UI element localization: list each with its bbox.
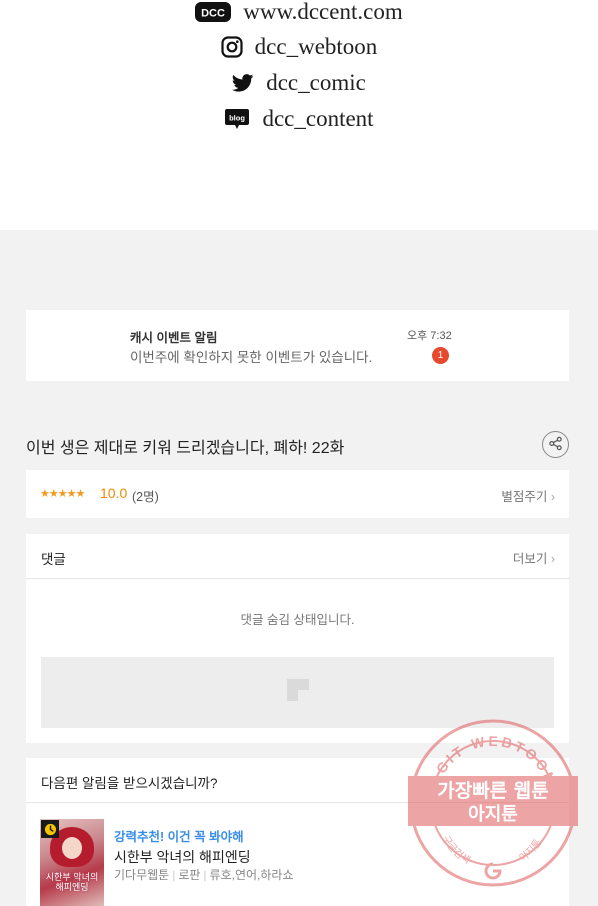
dcc-logo-icon: DCC [195,2,232,22]
rate-button[interactable]: 별점주기 › [501,486,555,505]
ad-placeholder [41,657,554,728]
next-episode-label: 다음편 알림을 받으시겠습니까? [41,776,218,791]
recommend-tagline: 강력추천! 이건 꼭 봐야해 [114,830,244,844]
twitter-icon [232,74,254,92]
thumbnail-caption: 시한부 악녀의 해피엔딩 [45,873,99,894]
comments-more-button[interactable]: 더보기 › [513,548,555,567]
comments-label: 댓글 [41,552,66,567]
rate-button-label: 별점주기 [501,490,548,504]
blog-text: dcc_content [262,106,374,131]
meta-authors: 류호,연어,하라쇼 [209,868,294,882]
webtoon-title[interactable]: 시한부 악녀의 해피엔딩 [114,847,251,867]
share-button[interactable] [542,431,569,458]
svg-text:DCC: DCC [201,8,225,20]
instagram-icon [221,36,243,58]
meta-genre: 로판 [178,868,201,882]
rating-stars: ★★★★★ [40,488,85,500]
twitter-text: dcc_comic [266,70,366,95]
next-episode-header[interactable]: 다음편 알림을 받으시겠습니까? [26,758,569,803]
blog-link[interactable]: blog dcc_content [0,105,598,133]
chevron-right-icon: › [550,490,555,504]
webtoon-meta: 기다무웹툰 | 로판 | 류호,연어,하라쇼 [114,866,294,883]
notification-message: 이번주에 확인하지 못한 이벤트가 있습니다. [130,350,373,365]
meta-type: 기다무웹툰 [114,868,170,882]
twitter-link[interactable]: dcc_comic [0,69,598,97]
episode-title: 이번 생은 제대로 키워 드리겠습니다, 폐하! 22화 [26,440,345,457]
social-section: DCC www.dccent.com dcc_webtoon dcc_comic… [0,0,598,230]
svg-text:blog: blog [230,114,246,123]
rating-score: 10.0 [100,485,128,501]
share-icon [548,436,563,454]
meta-divider: | [172,868,176,882]
webtoon-thumbnail[interactable]: 시한부 악녀의 해피엔딩 [40,819,104,906]
notification-badge: 1 [432,347,449,364]
thumbnail-face [62,837,82,859]
comments-section: 댓글 더보기 › 댓글 숨김 상태입니다. [26,534,569,743]
rating-count: (2명) [132,490,159,504]
website-link[interactable]: DCC www.dccent.com [0,0,598,26]
instagram-link[interactable]: dcc_webtoon [0,33,598,61]
blog-icon: blog [224,108,250,130]
next-episode-section: 다음편 알림을 받으시겠습니까? 시한부 악녀의 해피엔딩 강력추천! 이건 꼭… [26,758,569,906]
placeholder-image-icon [286,679,309,706]
notification-time: 오후 7:32 [407,330,452,342]
rating-bar: ★★★★★ 10.0 (2명) 별점주기 › [26,470,569,518]
event-notification[interactable]: 캐시 이벤트 알림 이번주에 확인하지 못한 이벤트가 있습니다. 오후 7:3… [26,310,569,381]
meta-divider: | [203,868,207,882]
comments-more-label: 더보기 [512,552,548,566]
clock-icon [41,820,59,838]
website-text: www.dccent.com [243,0,403,24]
chevron-right-icon: › [550,552,555,566]
comments-header: 댓글 더보기 › [26,534,569,579]
instagram-text: dcc_webtoon [254,34,378,59]
notification-title: 캐시 이벤트 알림 [130,331,218,345]
comments-hidden-message: 댓글 숨김 상태입니다. [240,613,355,627]
